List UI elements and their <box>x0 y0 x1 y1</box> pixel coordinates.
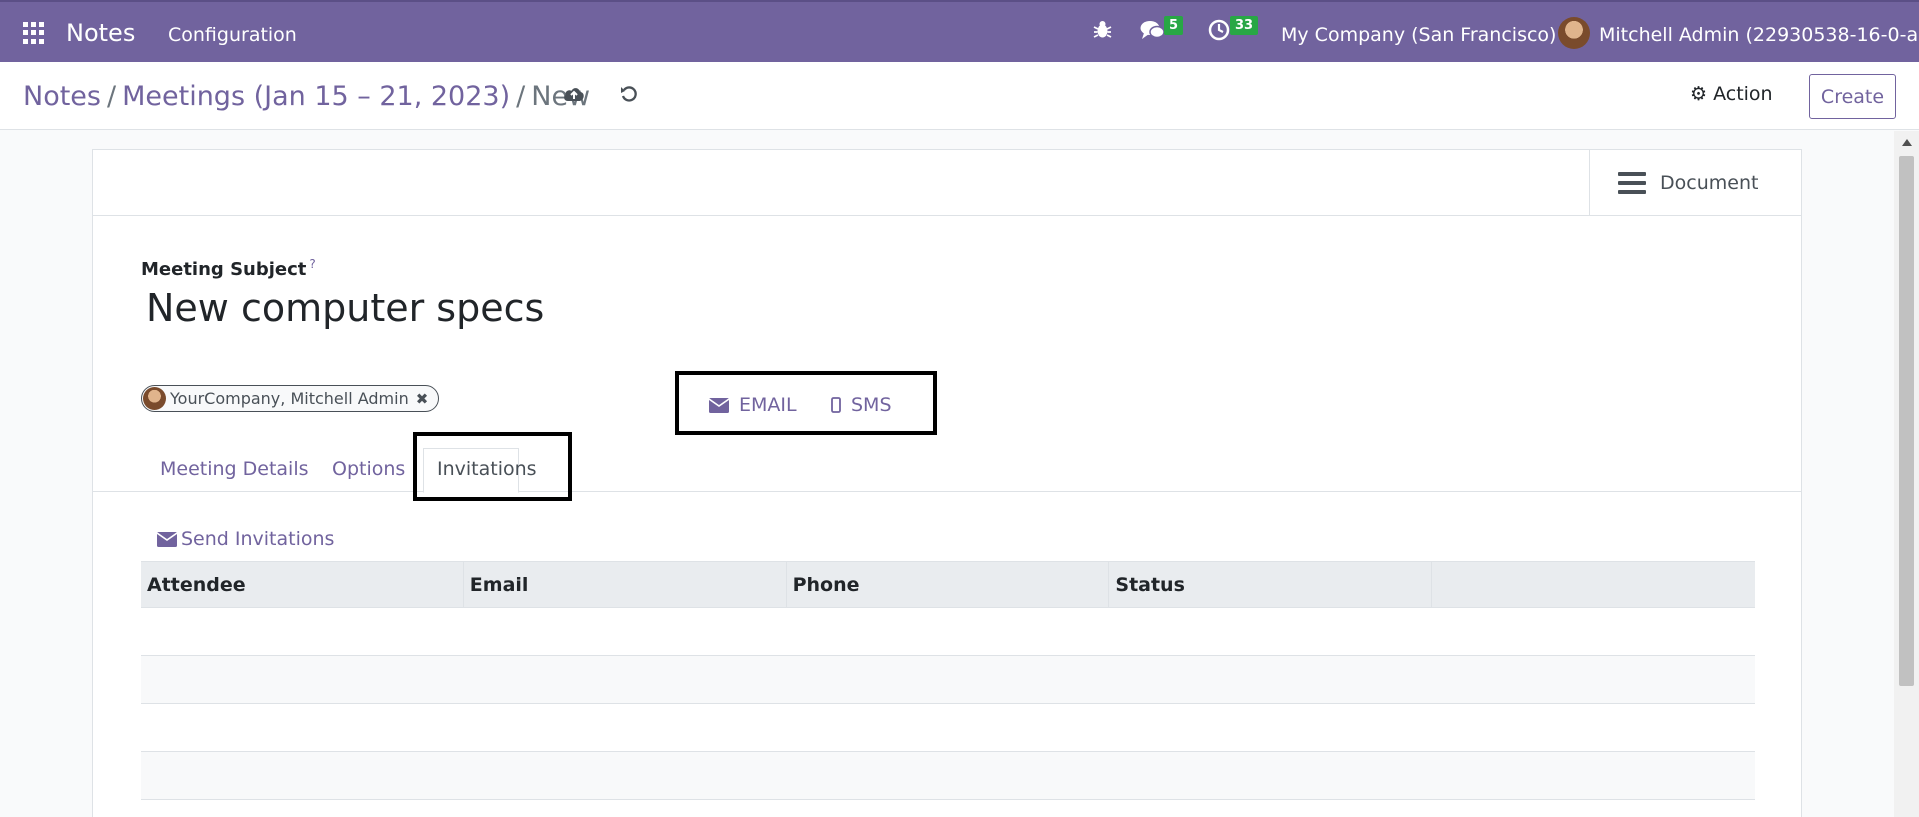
email-button[interactable]: EMAIL <box>709 394 797 416</box>
column-header-actions <box>1432 562 1755 607</box>
column-header-email[interactable]: Email <box>464 562 787 607</box>
column-header-status[interactable]: Status <box>1109 562 1433 607</box>
company-switcher[interactable]: My Company (San Francisco) <box>1281 24 1556 46</box>
column-header-attendee[interactable]: Attendee <box>141 562 464 607</box>
messages-count-badge: 5 <box>1164 16 1184 35</box>
page-scrollbar[interactable] <box>1894 131 1919 817</box>
table-row <box>141 656 1755 704</box>
breadcrumb: Notes / Meetings (Jan 15 – 21, 2023) / New <box>23 81 590 112</box>
action-label: Action <box>1713 83 1773 105</box>
menu-configuration[interactable]: Configuration <box>168 24 297 46</box>
create-button[interactable]: Create <box>1809 74 1896 119</box>
scroll-up-arrow-icon[interactable] <box>1902 139 1912 146</box>
save-cloud-icon[interactable] <box>563 84 585 109</box>
column-header-phone[interactable]: Phone <box>787 562 1110 607</box>
table-row <box>141 608 1755 656</box>
apps-menu-icon[interactable] <box>23 22 45 44</box>
user-avatar[interactable] <box>1558 17 1590 49</box>
tab-options[interactable]: Options <box>332 458 405 480</box>
form-sheet: Document Meeting Subject? New computer s… <box>92 149 1802 817</box>
table-row <box>141 704 1755 752</box>
email-button-label: EMAIL <box>739 394 797 416</box>
scroll-thumb[interactable] <box>1899 156 1914 686</box>
attendee-avatar <box>143 387 166 410</box>
sheet-header: Document <box>93 150 1801 216</box>
meeting-subject-label: Meeting Subject? <box>141 257 316 280</box>
attendee-tag-label: YourCompany, Mitchell Admin <box>170 389 409 408</box>
send-invitations-label: Send Invitations <box>181 528 335 550</box>
send-invitations-button[interactable]: Send Invitations <box>157 528 334 550</box>
table-header: Attendee Email Phone Status <box>141 561 1755 608</box>
highlight-box-invitations-tab <box>413 432 572 501</box>
breadcrumb-sep: / <box>516 81 526 112</box>
messages-icon[interactable] <box>1140 19 1165 46</box>
gear-icon: ⚙ <box>1690 83 1708 105</box>
remove-tag-icon[interactable]: ✖ <box>416 390 429 408</box>
help-tooltip-icon[interactable]: ? <box>309 257 315 271</box>
document-button[interactable]: Document <box>1589 150 1801 216</box>
discard-undo-icon[interactable] <box>620 84 638 109</box>
breadcrumb-root[interactable]: Notes <box>23 81 101 112</box>
mobile-phone-icon <box>831 397 841 413</box>
activities-count-badge: 33 <box>1230 16 1259 35</box>
control-panel: Notes / Meetings (Jan 15 – 21, 2023) / New ⚙… <box>0 62 1919 130</box>
action-button[interactable]: ⚙ Action <box>1690 83 1773 105</box>
top-navbar: Notes Configuration 5 33 My Company (San… <box>0 0 1919 62</box>
notebook-tabs: Meeting Details Options Invitations <box>93 448 1801 493</box>
envelope-icon <box>709 397 729 413</box>
document-label: Document <box>1660 172 1759 194</box>
attendees-table: Attendee Email Phone Status <box>141 561 1755 800</box>
app-brand[interactable]: Notes <box>66 19 135 47</box>
meeting-subject-input[interactable]: New computer specs <box>146 286 544 330</box>
envelope-icon <box>157 531 177 547</box>
hamburger-icon <box>1618 172 1646 194</box>
user-menu[interactable]: Mitchell Admin (22930538-16-0-all) <box>1599 24 1919 46</box>
breadcrumb-parent[interactable]: Meetings (Jan 15 – 21, 2023) <box>122 81 510 112</box>
activities-clock-icon[interactable] <box>1208 19 1230 46</box>
sms-button-label: SMS <box>851 394 892 416</box>
sms-button[interactable]: SMS <box>831 394 892 416</box>
tab-meeting-details[interactable]: Meeting Details <box>160 458 309 480</box>
attendee-tag: YourCompany, Mitchell Admin ✖ <box>141 385 440 412</box>
breadcrumb-sep: / <box>106 81 117 112</box>
meeting-subject-label-text: Meeting Subject <box>141 259 307 280</box>
debug-bug-icon[interactable] <box>1093 19 1112 45</box>
table-row <box>141 752 1755 800</box>
